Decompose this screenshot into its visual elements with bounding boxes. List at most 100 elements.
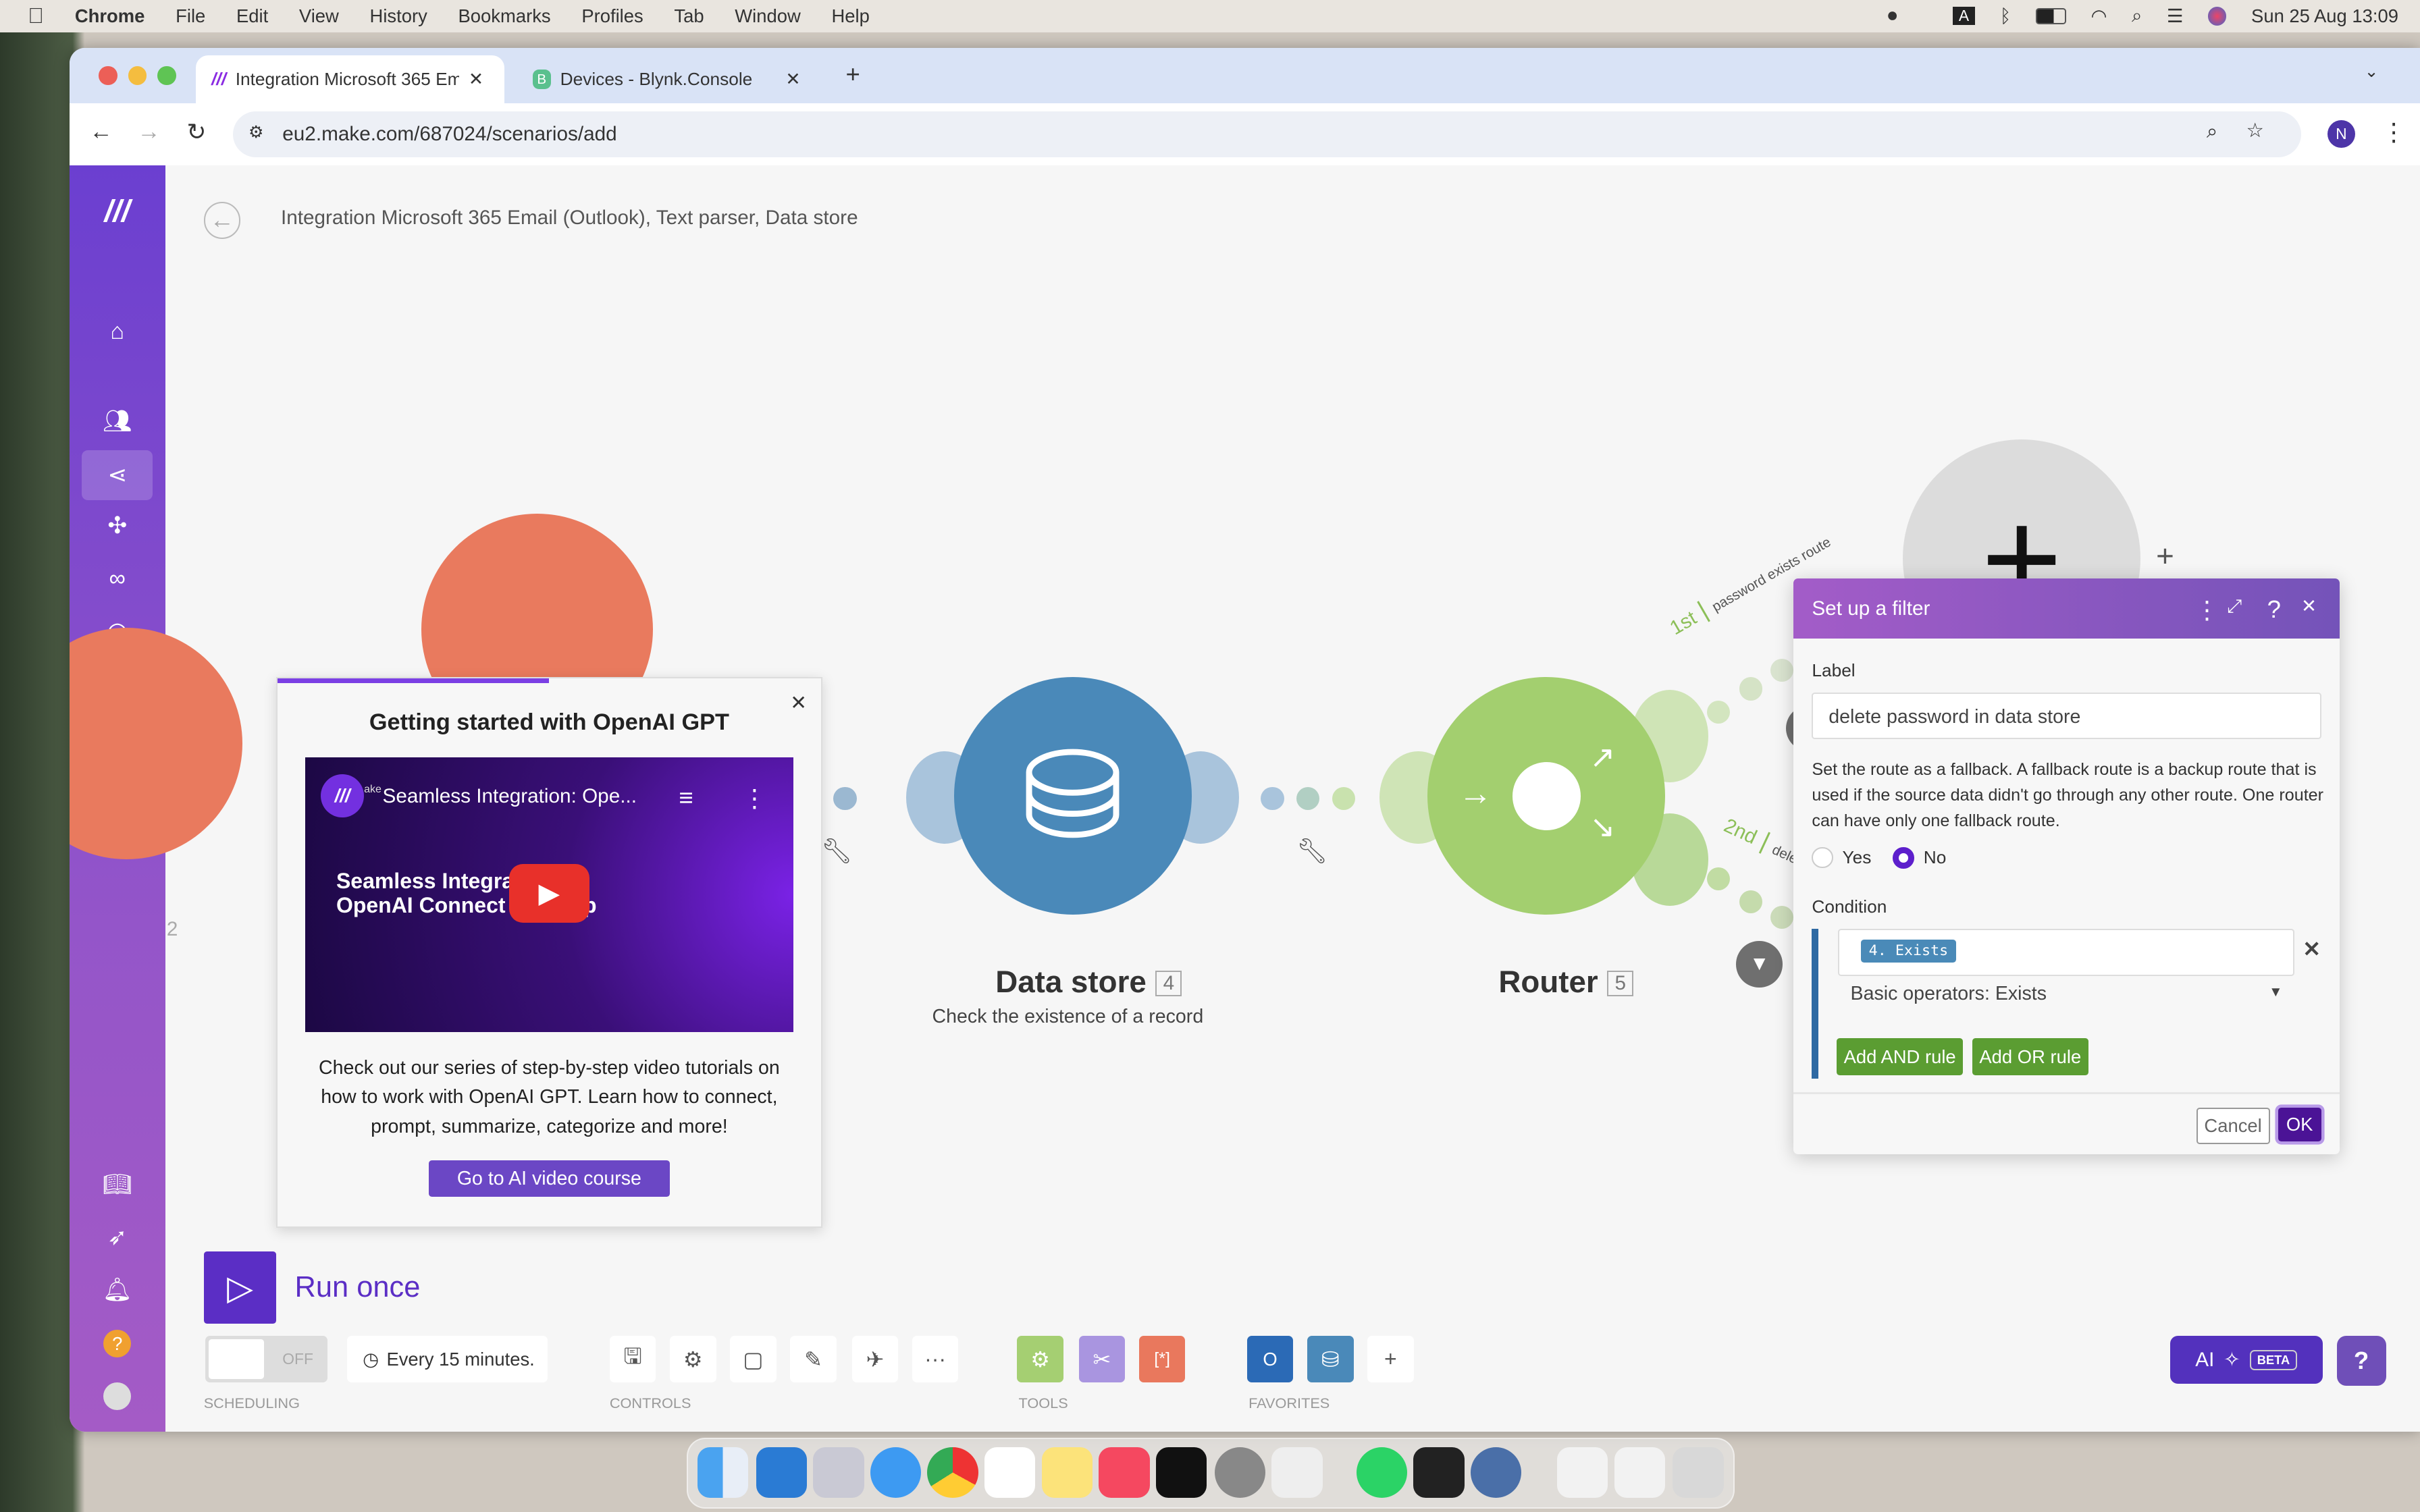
launchpad-icon[interactable]: [813, 1447, 864, 1498]
bluetooth-icon[interactable]: ᛒ: [2000, 5, 2011, 27]
wifi-icon[interactable]: ◠: [2091, 5, 2107, 27]
menu-edit[interactable]: Edit: [236, 5, 268, 27]
system-settings-icon[interactable]: [1214, 1447, 1265, 1498]
channel-logo[interactable]: ///: [321, 774, 365, 818]
templates-icon[interactable]: ✣: [82, 502, 153, 551]
playlist-icon[interactable]: ≡: [679, 784, 693, 812]
chrome-icon[interactable]: [927, 1447, 978, 1498]
condition-token[interactable]: 4. Exists: [1861, 939, 1956, 963]
tab-blynk[interactable]: B Devices - Blynk.Console ✕: [517, 55, 826, 103]
notes-app-icon[interactable]: [1041, 1447, 1093, 1498]
textedit-icon[interactable]: [1271, 1447, 1323, 1498]
more-options-icon[interactable]: ⋮: [2194, 595, 2219, 624]
safari-icon[interactable]: [870, 1447, 922, 1498]
input-source-icon[interactable]: A: [1952, 7, 1976, 26]
bookmark-star-icon[interactable]: ☆: [2246, 119, 2264, 142]
notifications-icon[interactable]: 🔔︎: [82, 1265, 153, 1314]
operator-select[interactable]: Basic operators: Exists ▼: [1851, 983, 2283, 1014]
address-bar[interactable]: ⚙ eu2.make.com/687024/scenarios/add ⌕ ☆: [233, 111, 2301, 158]
scheduling-toggle[interactable]: OFF: [205, 1336, 327, 1382]
close-tab-icon[interactable]: ✕: [469, 69, 483, 90]
finder-icon[interactable]: [697, 1447, 749, 1498]
zoom-window-button[interactable]: [157, 66, 176, 85]
menu-window[interactable]: Window: [735, 5, 800, 27]
menu-view[interactable]: View: [299, 5, 339, 27]
explain-flow-icon[interactable]: ✈: [851, 1336, 899, 1382]
router-node[interactable]: → ↗ ↘: [1427, 677, 1666, 915]
menu-bookmarks[interactable]: Bookmarks: [458, 5, 551, 27]
text-parser-icon[interactable]: [*]: [1138, 1336, 1186, 1382]
auto-align-icon[interactable]: ✎: [790, 1336, 837, 1382]
run-once-button[interactable]: ▷ Run once: [203, 1251, 420, 1324]
outlook-icon[interactable]: O: [1246, 1336, 1294, 1382]
tools-wrench-icon[interactable]: ✂: [1078, 1336, 1126, 1382]
close-window-button[interactable]: [99, 66, 117, 85]
site-settings-icon[interactable]: ⚙: [248, 122, 264, 142]
data-store-favorite-icon[interactable]: ⛁: [1307, 1336, 1354, 1382]
save-icon[interactable]: 🖫︎: [609, 1336, 656, 1382]
quicktime-icon[interactable]: [1470, 1447, 1522, 1498]
back-icon[interactable]: ←: [90, 119, 113, 145]
more-controls-button[interactable]: ···: [912, 1336, 959, 1382]
help-chat-button[interactable]: ?: [2336, 1336, 2386, 1386]
chrome-menu-icon[interactable]: ⋮: [2382, 117, 2406, 146]
ai-video-course-button[interactable]: Go to AI video course: [429, 1160, 670, 1197]
video-player[interactable]: /// ake Seamless Integration: Ope... ≡ ⋮…: [305, 757, 793, 1032]
help-icon[interactable]: ?: [82, 1319, 153, 1368]
menu-profiles[interactable]: Profiles: [581, 5, 643, 27]
minimize-window-button[interactable]: [128, 66, 147, 85]
control-center-icon[interactable]: ☰: [2167, 5, 2184, 27]
help-icon[interactable]: ?: [2267, 595, 2281, 624]
youtube-play-button[interactable]: ▶: [508, 863, 589, 923]
apple-icon[interactable]: : [28, 3, 44, 28]
launch-icon[interactable]: ➶: [82, 1213, 153, 1262]
back-button[interactable]: ←: [203, 202, 240, 239]
wrench-icon[interactable]: 🔧︎: [821, 836, 852, 865]
add-and-rule-button[interactable]: Add AND rule: [1836, 1038, 1964, 1076]
home-icon[interactable]: ⌂: [82, 307, 153, 356]
menu-app[interactable]: Chrome: [75, 5, 145, 27]
partial-node[interactable]: [69, 628, 242, 860]
video-title[interactable]: Seamless Integration: Ope...: [383, 785, 637, 808]
remove-condition-icon[interactable]: ✕: [2303, 936, 2321, 962]
spotlight-icon[interactable]: ⌕: [2132, 5, 2142, 27]
make-logo[interactable]: ///: [82, 187, 153, 236]
close-icon[interactable]: ✕: [2301, 595, 2317, 617]
apple-tv-icon[interactable]: [1155, 1447, 1207, 1498]
vscode-icon[interactable]: [756, 1447, 808, 1498]
user-avatar[interactable]: [82, 1372, 153, 1421]
menu-file[interactable]: File: [176, 5, 205, 27]
wrench-icon[interactable]: 🔧︎: [1296, 836, 1327, 865]
notes-icon[interactable]: ▢: [730, 1336, 777, 1382]
add-favorite-icon[interactable]: +: [1367, 1336, 1414, 1382]
close-tab-icon[interactable]: ✕: [785, 69, 800, 90]
condition-operand-input[interactable]: 4. Exists: [1838, 928, 2295, 977]
trash-icon[interactable]: [1673, 1447, 1724, 1498]
record-icon[interactable]: ⏺: [1888, 5, 1897, 27]
menu-history[interactable]: History: [370, 5, 427, 27]
profile-avatar[interactable]: N: [2327, 120, 2355, 148]
recent-document-icon[interactable]: [1556, 1447, 1608, 1498]
docs-icon[interactable]: 📖︎: [82, 1160, 153, 1210]
cancel-button[interactable]: Cancel: [2196, 1108, 2270, 1145]
menu-tab[interactable]: Tab: [674, 5, 704, 27]
connections-icon[interactable]: ∞: [82, 554, 153, 603]
ai-beta-button[interactable]: AI ✧ BETA: [2169, 1336, 2323, 1384]
data-store-node[interactable]: ⛁: [953, 677, 1192, 915]
filter-icon[interactable]: ▼: [1736, 941, 1783, 988]
fallback-yes-radio[interactable]: [1812, 846, 1833, 869]
scenarios-icon[interactable]: ⋖: [82, 450, 153, 500]
zoom-icon[interactable]: ⌕: [2207, 120, 2218, 143]
schedule-button[interactable]: ◷ Every 15 minutes.: [347, 1336, 548, 1382]
terminal-icon[interactable]: [1413, 1447, 1465, 1498]
siri-icon[interactable]: [2208, 7, 2227, 26]
tab-search-icon[interactable]: ⌄: [2365, 61, 2379, 82]
tab-make[interactable]: /// Integration Microsoft 365 Ema ✕: [196, 55, 505, 104]
scenario-title[interactable]: Integration Microsoft 365 Email (Outlook…: [281, 207, 858, 230]
clock[interactable]: Sun 25 Aug 13:09: [2251, 5, 2398, 27]
recent-document-icon[interactable]: [1614, 1447, 1665, 1498]
forward-icon[interactable]: →: [137, 119, 160, 145]
video-menu-icon[interactable]: ⋮: [742, 784, 767, 813]
add-or-rule-button[interactable]: Add OR rule: [1972, 1038, 2088, 1076]
whatsapp-icon[interactable]: [1356, 1447, 1408, 1498]
